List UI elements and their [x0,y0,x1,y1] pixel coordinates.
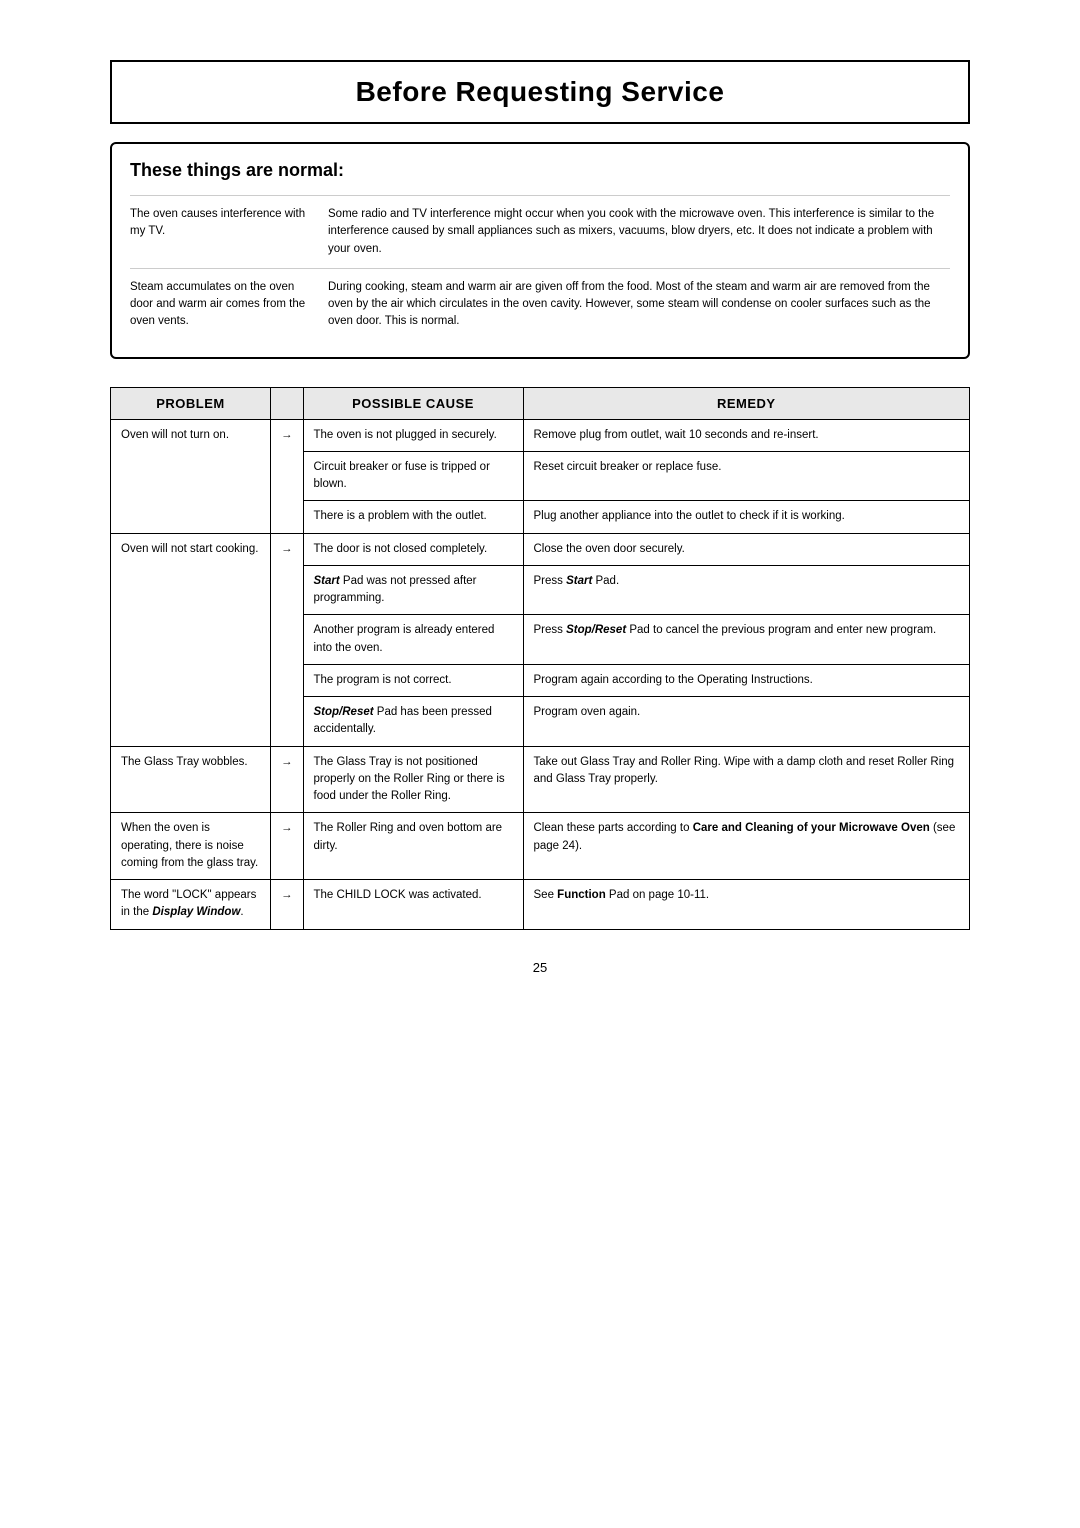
arrow-5: → [271,880,304,930]
cause-2-4: The program is not correct. [303,664,523,696]
problem-table: PROBLEM POSSIBLE CAUSE REMEDY Oven will … [110,387,970,930]
remedy-1-2: Reset circuit breaker or replace fuse. [523,451,970,501]
normal-left-1: The oven causes interference with my TV. [130,206,310,258]
header-cause: POSSIBLE CAUSE [303,387,523,419]
remedy-1-3: Plug another appliance into the outlet t… [523,501,970,533]
cause-1-2: Circuit breaker or fuse is tripped or bl… [303,451,523,501]
problem-1: Oven will not turn on. [111,419,271,533]
arrow-4: → [271,813,304,880]
cause-1-3: There is a problem with the outlet. [303,501,523,533]
page-number: 25 [110,960,970,975]
normal-section-title: These things are normal: [130,160,950,181]
normal-left-2: Steam accumulates on the oven door and w… [130,279,310,331]
table-row-5: The word "LOCK" appears in the Display W… [111,880,970,930]
cause-2-2: Start Pad was not pressed after programm… [303,565,523,615]
cause-2-1: The door is not closed completely. [303,533,523,565]
remedy-2-2: Press Start Pad. [523,565,970,615]
table-row-4: When the oven is operating, there is noi… [111,813,970,880]
page-title: Before Requesting Service [110,60,970,124]
remedy-2-1: Close the oven door securely. [523,533,970,565]
normal-section: These things are normal: The oven causes… [110,142,970,359]
arrow-2: → [271,533,304,746]
cause-4-1: The Roller Ring and oven bottom are dirt… [303,813,523,880]
remedy-2-5: Program oven again. [523,697,970,747]
normal-right-2: During cooking, steam and warm air are g… [328,279,950,331]
remedy-1-1: Remove plug from outlet, wait 10 seconds… [523,419,970,451]
remedy-4-1: Clean these parts according to Care and … [523,813,970,880]
remedy-3-1: Take out Glass Tray and Roller Ring. Wip… [523,746,970,813]
header-remedy: REMEDY [523,387,970,419]
table-row-2: Oven will not start cooking. → The door … [111,533,970,565]
arrow-3: → [271,746,304,813]
normal-right-1: Some radio and TV interference might occ… [328,206,950,258]
remedy-5-1: See Function Pad on page 10-11. [523,880,970,930]
problem-5: The word "LOCK" appears in the Display W… [111,880,271,930]
problem-2: Oven will not start cooking. [111,533,271,746]
remedy-2-3: Press Stop/Reset Pad to cancel the previ… [523,615,970,665]
normal-row-1: The oven causes interference with my TV.… [130,195,950,268]
cause-5-1: The CHILD LOCK was activated. [303,880,523,930]
problem-4: When the oven is operating, there is noi… [111,813,271,880]
cause-2-5: Stop/Reset Pad has been pressed accident… [303,697,523,747]
table-row-3: The Glass Tray wobbles. → The Glass Tray… [111,746,970,813]
cause-1-1: The oven is not plugged in securely. [303,419,523,451]
cause-2-3: Another program is already entered into … [303,615,523,665]
header-problem: PROBLEM [111,387,271,419]
normal-row-2: Steam accumulates on the oven door and w… [130,268,950,341]
cause-3-1: The Glass Tray is not positioned properl… [303,746,523,813]
arrow-1: → [271,419,304,533]
problem-3: The Glass Tray wobbles. [111,746,271,813]
page: Before Requesting Service These things a… [110,60,970,975]
table-row-1: Oven will not turn on. → The oven is not… [111,419,970,451]
remedy-2-4: Program again according to the Operating… [523,664,970,696]
